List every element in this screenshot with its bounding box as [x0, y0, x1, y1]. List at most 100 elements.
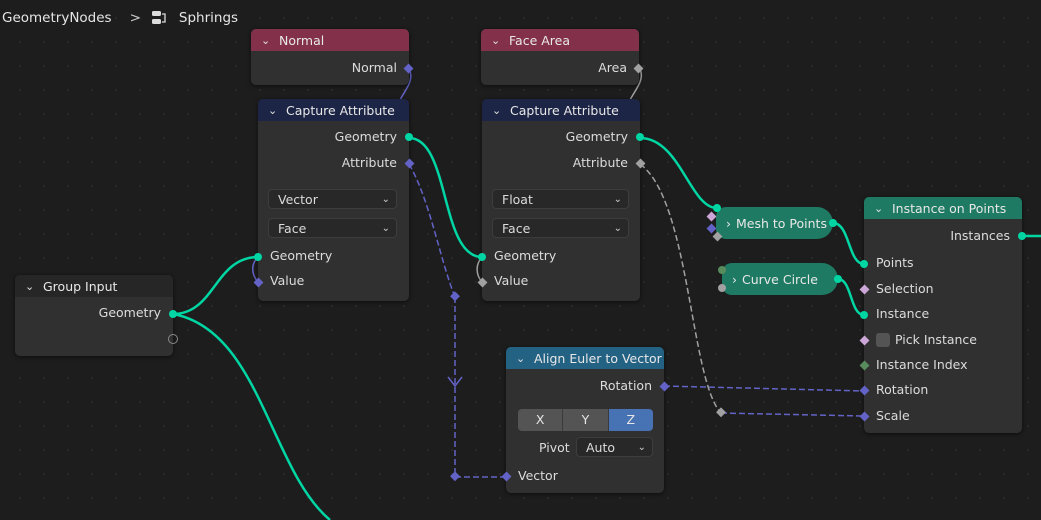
node-curve-circle[interactable]: › Curve Circle — [722, 263, 838, 295]
link-scale — [720, 412, 865, 417]
chevron-down-icon[interactable]: ⌄ — [261, 34, 273, 47]
axis-y-button[interactable]: Y — [563, 409, 609, 431]
node-header[interactable]: ⌄ Group Input — [15, 275, 173, 297]
node-header[interactable]: ⌄ Normal — [251, 29, 409, 51]
node-header[interactable]: ⌄ Capture Attribute — [482, 99, 640, 121]
node-header[interactable]: ⌄ Face Area — [481, 29, 639, 51]
input-vector: Vector — [518, 468, 558, 483]
input-instance-index: Instance Index — [876, 357, 968, 372]
input-selection: Selection — [876, 281, 934, 296]
chevron-down-icon: ⌄ — [613, 223, 622, 234]
chevron-down-icon[interactable]: ⌄ — [874, 202, 886, 215]
reroute-float — [716, 407, 726, 418]
axis-selector[interactable]: X Y Z — [518, 409, 653, 431]
socket-geometry-in[interactable] — [478, 253, 486, 261]
domain-dropdown[interactable]: Face ⌄ — [492, 218, 629, 238]
pivot-dropdown[interactable]: Auto ⌄ — [576, 437, 653, 457]
data-type-dropdown[interactable]: Float ⌄ — [492, 189, 629, 209]
input-instance: Instance — [876, 306, 930, 321]
node-title: Curve Circle — [742, 271, 818, 287]
node-header[interactable]: ⌄ Capture Attribute — [258, 99, 409, 121]
socket-geometry-out[interactable] — [169, 310, 177, 318]
socket-geometry-in[interactable] — [254, 253, 262, 261]
node-tree-icon — [151, 10, 167, 26]
chevron-down-icon[interactable]: ⌄ — [491, 34, 503, 47]
output-geometry: Geometry — [565, 129, 628, 144]
node-group-input[interactable]: ⌄ Group Input Geometry — [15, 275, 178, 356]
socket-empty-out[interactable] — [168, 334, 178, 344]
link-capture1-capture2 — [408, 136, 483, 259]
reroute-vector-2 — [450, 471, 460, 482]
input-scale: Scale — [876, 408, 910, 423]
node-face-area[interactable]: ⌄ Face Area Area — [481, 29, 644, 85]
socket-meshtopoints-out[interactable] — [829, 219, 837, 227]
output-geometry: Geometry — [334, 129, 397, 144]
output-attribute: Attribute — [341, 155, 397, 170]
chevron-down-icon[interactable]: ⌄ — [492, 104, 504, 117]
node-align-euler-to-vector[interactable]: ⌄ Align Euler to Vector Rotation X Y Z Pi… — [501, 347, 670, 493]
socket-instance-in[interactable] — [860, 311, 868, 319]
socket-instances-out[interactable] — [1018, 232, 1026, 240]
socket-curvecircle-resolution-in[interactable] — [718, 266, 726, 274]
node-title: Capture Attribute — [286, 102, 395, 118]
input-value: Value — [270, 273, 305, 288]
input-value: Value — [494, 273, 529, 288]
chevron-down-icon[interactable]: ⌄ — [268, 104, 280, 117]
output-normal: Normal — [351, 60, 397, 75]
chevron-down-icon[interactable]: ⌄ — [516, 352, 528, 365]
node-mesh-to-points[interactable]: › Mesh to Points — [716, 207, 833, 239]
node-capture-attribute-float[interactable]: ⌄ Capture Attribute Geometry Attribute Fl… — [477, 99, 646, 301]
link-capture2-meshtopoints — [639, 136, 718, 210]
link-curvecircle-instance — [837, 277, 865, 317]
dropdown-value: Vector — [278, 192, 318, 207]
node-title: Face Area — [509, 32, 571, 48]
socket-meshtopoints-position-in[interactable] — [706, 223, 717, 234]
chevron-down-icon: ⌄ — [381, 223, 390, 234]
socket-curvecircle-radius-in[interactable] — [718, 284, 726, 292]
output-attribute: Attribute — [572, 155, 628, 170]
link-groupinput-down — [172, 312, 331, 520]
link-attribute-reroute — [408, 163, 456, 298]
domain-dropdown[interactable]: Face ⌄ — [268, 218, 397, 238]
chevron-down-icon: ⌄ — [381, 194, 390, 205]
chevron-right-icon[interactable]: › — [726, 216, 731, 231]
socket-points-in[interactable] — [860, 260, 868, 268]
dropdown-value: Face — [502, 221, 531, 236]
link-flow-arrow — [447, 376, 463, 388]
input-points: Points — [876, 255, 914, 270]
node-title: Mesh to Points — [736, 215, 827, 231]
output-instances: Instances — [950, 228, 1010, 243]
node-title: Instance on Points — [892, 200, 1007, 216]
socket-meshtopoints-mesh-in[interactable] — [713, 204, 721, 212]
chevron-right-icon[interactable]: › — [732, 272, 737, 287]
node-title: Normal — [279, 32, 325, 48]
axis-x-button[interactable]: X — [518, 409, 564, 431]
socket-curvecircle-out[interactable] — [834, 275, 842, 283]
input-geometry: Geometry — [270, 248, 333, 263]
data-type-dropdown[interactable]: Vector ⌄ — [268, 189, 397, 209]
node-title: Group Input — [43, 278, 118, 294]
node-capture-attribute-vector[interactable]: ⌄ Capture Attribute Geometry Attribute Ve… — [253, 99, 415, 301]
node-header[interactable]: ⌄ Instance on Points — [864, 197, 1022, 219]
node-title: Align Euler to Vector — [534, 350, 662, 366]
socket-geometry-out[interactable] — [636, 133, 644, 141]
chevron-down-icon: ⌄ — [637, 442, 646, 453]
breadcrumb-root[interactable]: GeometryNodes — [2, 10, 112, 26]
axis-z-button[interactable]: Z — [608, 409, 653, 431]
dropdown-value: Face — [278, 221, 307, 236]
node-header[interactable]: ⌄ Align Euler to Vector — [506, 347, 664, 369]
output-rotation: Rotation — [599, 378, 652, 393]
chevron-down-icon: ⌄ — [613, 194, 622, 205]
socket-geometry-out[interactable] — [405, 133, 413, 141]
input-geometry: Geometry — [494, 248, 557, 263]
node-instance-on-points[interactable]: ⌄ Instance on Points Instances Points Sel… — [859, 197, 1026, 433]
dropdown-value: Auto — [586, 440, 616, 455]
input-pick-instance: Pick Instance — [895, 332, 977, 347]
chevron-down-icon[interactable]: ⌄ — [25, 280, 37, 293]
breadcrumb-tree-name[interactable]: Sphrings — [179, 10, 238, 26]
node-normal[interactable]: ⌄ Normal Normal — [251, 29, 414, 85]
output-geometry: Geometry — [98, 305, 161, 320]
chevron-right-icon: > — [129, 10, 141, 26]
link-groupinput-capture1 — [172, 255, 259, 316]
socket-meshtopoints-selection-in[interactable] — [706, 211, 717, 222]
